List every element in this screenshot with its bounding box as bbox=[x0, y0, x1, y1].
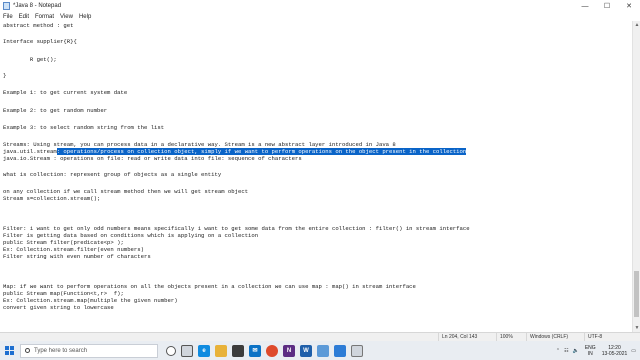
search-icon bbox=[25, 348, 30, 353]
text-line: Map: if we want to perform operations on… bbox=[3, 283, 416, 290]
menu-file[interactable]: File bbox=[3, 14, 13, 20]
notepad-taskbar-icon[interactable] bbox=[317, 344, 329, 357]
scroll-thumb[interactable] bbox=[634, 271, 639, 317]
text-line: public Stream map(Function<t,r> f); bbox=[3, 290, 124, 297]
close-button[interactable]: ✕ bbox=[618, 0, 640, 12]
selected-line-prefix: java.util.stream bbox=[3, 148, 57, 155]
selected-line: java.util.stream: operations/process on … bbox=[3, 148, 467, 155]
taskbar-search[interactable]: Type here to search bbox=[20, 343, 158, 358]
text-line: Ex: Collection.stream.map(multiple the g… bbox=[3, 297, 178, 304]
vertical-scrollbar[interactable]: ▲ ▼ bbox=[632, 21, 640, 332]
text-line: public Stream filter(predicate<p> ); bbox=[3, 239, 124, 246]
onenote-icon[interactable]: N bbox=[283, 344, 295, 357]
text-editor[interactable]: abstract method : get Interface supplier… bbox=[0, 21, 632, 332]
menu-view[interactable]: View bbox=[60, 14, 73, 20]
status-bar: Ln 204, Col 143 100% Windows (CRLF) UTF-… bbox=[0, 332, 640, 342]
text-line: Ex: Collection.stream.filter(even number… bbox=[3, 246, 144, 253]
clock-date: 13-05-2021 bbox=[601, 350, 628, 357]
cortana-icon[interactable] bbox=[166, 345, 176, 356]
text-line: Filter: i want to get only odd numbers m… bbox=[3, 225, 470, 232]
task-view-icon[interactable] bbox=[181, 344, 193, 357]
taskbar: Type here to search e ✉ N W ⌃ ☷ 🔈 ENG IN… bbox=[0, 341, 640, 360]
zoom-app-icon[interactable] bbox=[334, 344, 346, 357]
clock[interactable]: 12:20 13-05-2021 bbox=[602, 345, 628, 357]
title-bar: *Java 8 - Notepad — ☐ ✕ bbox=[0, 0, 640, 12]
menu-edit[interactable]: Edit bbox=[19, 14, 29, 20]
chrome-icon[interactable] bbox=[266, 344, 278, 357]
text-line: convert given string to lowercase bbox=[3, 304, 114, 311]
start-button[interactable] bbox=[0, 341, 18, 360]
text-line: Filter is getting data based on conditio… bbox=[3, 232, 259, 239]
maximize-button[interactable]: ☐ bbox=[596, 0, 618, 12]
window-controls: — ☐ ✕ bbox=[574, 0, 640, 12]
scroll-down-arrow-icon[interactable]: ▼ bbox=[633, 324, 640, 332]
file-explorer-icon[interactable] bbox=[215, 344, 227, 357]
notepad-icon bbox=[3, 2, 10, 10]
windows-logo-icon bbox=[4, 346, 14, 355]
search-placeholder: Type here to search bbox=[34, 347, 88, 354]
store-icon[interactable] bbox=[232, 344, 244, 357]
text-selection[interactable]: : operations/process on collection objec… bbox=[56, 148, 467, 155]
menu-format[interactable]: Format bbox=[35, 14, 54, 20]
minimize-button[interactable]: — bbox=[574, 0, 596, 12]
text-line: abstract method : get bbox=[3, 22, 74, 29]
text-line: on any collection if we call stream meth… bbox=[3, 188, 249, 195]
tray-arrow-icon[interactable]: ⌃ bbox=[556, 348, 560, 354]
scroll-up-arrow-icon[interactable]: ▲ bbox=[633, 21, 640, 29]
text-line: Stream s=collection.stream(); bbox=[3, 195, 101, 202]
language-indicator[interactable]: ENG IN bbox=[585, 345, 596, 357]
word-icon[interactable]: W bbox=[300, 344, 312, 357]
text-line: Example 1: to get current system date bbox=[3, 89, 128, 96]
network-icon[interactable]: ☷ bbox=[564, 348, 568, 354]
edge-icon[interactable]: e bbox=[198, 344, 210, 357]
text-line: Example 3: to select random string from … bbox=[3, 124, 165, 131]
region-code: IN bbox=[587, 350, 593, 357]
volume-icon[interactable]: 🔈 bbox=[573, 348, 579, 354]
text-line: Streams: Using stream, you can process d… bbox=[3, 141, 396, 148]
app-icon[interactable] bbox=[351, 344, 363, 357]
text-line: Filter string with even number of charac… bbox=[3, 253, 151, 260]
text-line: } bbox=[3, 72, 7, 79]
window-title: *Java 8 - Notepad bbox=[13, 3, 62, 9]
menu-bar: File Edit Format View Help bbox=[0, 12, 640, 21]
text-line: Interface supplier{R}{ bbox=[3, 38, 77, 45]
menu-help[interactable]: Help bbox=[79, 14, 91, 20]
text-line: Example 2: to get random number bbox=[3, 107, 108, 114]
text-line: R get(); bbox=[3, 56, 57, 63]
system-tray: ⌃ ☷ 🔈 ENG IN 12:20 13-05-2021 ▭ bbox=[552, 341, 636, 360]
notification-icon[interactable]: ▭ bbox=[631, 348, 636, 354]
text-line: what is collection: represent group of o… bbox=[3, 171, 222, 178]
text-line: java.io.Stream : operations on file: rea… bbox=[3, 155, 302, 162]
mail-icon[interactable]: ✉ bbox=[249, 344, 261, 357]
